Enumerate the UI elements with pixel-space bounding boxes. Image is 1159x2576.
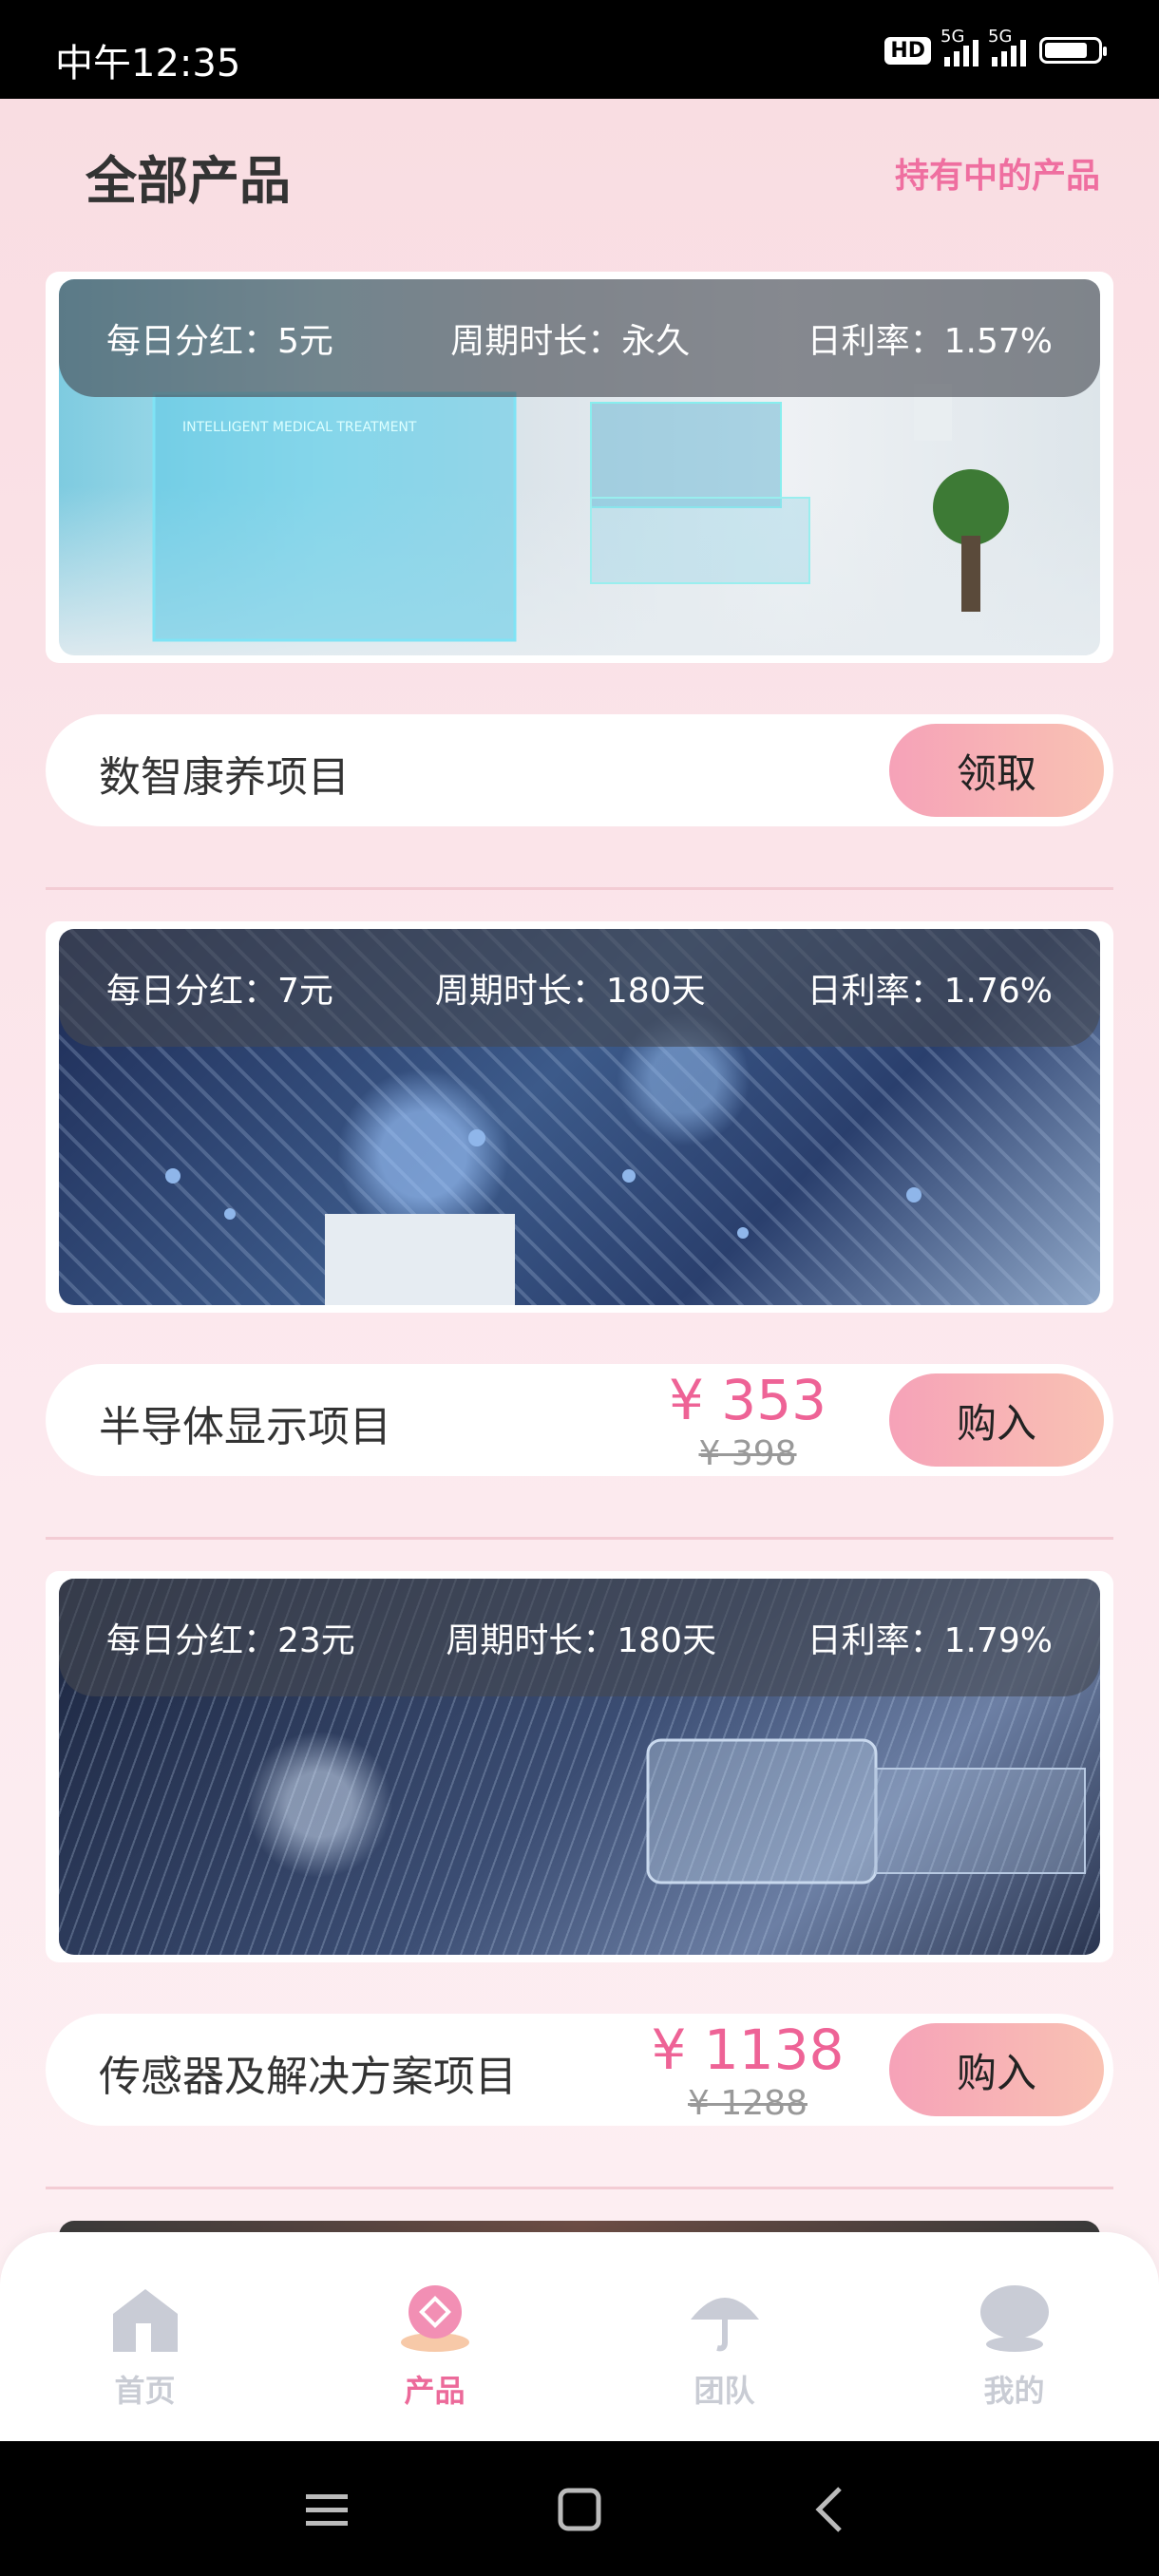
product-name: 数智康养项目	[99, 753, 350, 802]
tab-label: 团队	[694, 2373, 755, 2409]
tab-label: 首页	[114, 2373, 176, 2409]
hd-icon: HD	[884, 36, 931, 65]
fiber-cable-image: 每日分红：23元 周期时长：180天 日利率：1.79%	[59, 1579, 1100, 1955]
signal-icon: 5G	[940, 27, 978, 66]
product-icon	[395, 2282, 475, 2354]
product-name-row: 传感器及解决方案项目 ¥ 1138 ¥ 1288 购入	[46, 2014, 1113, 2126]
bottom-tab-bar: 首页 产品 团队 我的	[0, 2232, 1159, 2441]
original-price: ¥ 398	[698, 1434, 797, 1473]
tab-profile[interactable]: 我的	[869, 2232, 1159, 2441]
daily-rate: 日利率：1.79%	[807, 1621, 1053, 1660]
system-nav-bar	[0, 2441, 1159, 2576]
product-info-bar: 每日分红：5元 周期时长：永久 日利率：1.57%	[59, 279, 1100, 397]
divider	[46, 887, 1113, 890]
signal-icon-2: 5G	[988, 27, 1026, 66]
banner-caption: INTELLIGENT MEDICAL TREATMENT	[182, 420, 417, 435]
hospital-image: INTELLIGENT MEDICAL TREATMENT 每日分红：5元 周期…	[59, 279, 1100, 655]
tab-products[interactable]: 产品	[290, 2232, 580, 2441]
product-page: 全部产品 持有中的产品 INTELLIGENT MEDICAL TREATMEN…	[0, 99, 1159, 2441]
product-banner[interactable]: INTELLIGENT MEDICAL TREATMENT 每日分红：5元 周期…	[46, 272, 1113, 663]
product-banner[interactable]: 每日分红：23元 周期时长：180天 日利率：1.79%	[46, 1571, 1113, 1962]
product-name-row: 数智康养项目 领取	[46, 714, 1113, 826]
period-duration: 周期时长：永久	[450, 322, 691, 361]
status-time: 中午12:35	[55, 42, 241, 85]
profile-icon	[975, 2282, 1054, 2354]
page-title: 全部产品	[86, 151, 291, 211]
status-icons: HD 5G 5G	[884, 27, 1107, 66]
tab-label: 产品	[404, 2373, 466, 2409]
daily-dividend: 每日分红：5元	[106, 322, 333, 361]
holding-products-link[interactable]: 持有中的产品	[895, 148, 1100, 198]
team-icon	[685, 2282, 765, 2354]
divider	[46, 2187, 1113, 2189]
daily-rate: 日利率：1.76%	[807, 972, 1053, 1011]
back-icon[interactable]	[804, 2481, 861, 2538]
product-info-bar: 每日分红：23元 周期时长：180天 日利率：1.79%	[59, 1579, 1100, 1696]
header: 全部产品 持有中的产品	[0, 99, 1159, 251]
circuit-board-image: 每日分红：7元 周期时长：180天 日利率：1.76%	[59, 929, 1100, 1305]
tab-home[interactable]: 首页	[0, 2232, 290, 2441]
daily-dividend: 每日分红：23元	[106, 1621, 355, 1660]
daily-rate: 日利率：1.57%	[807, 322, 1053, 361]
period-duration: 周期时长：180天	[446, 1621, 717, 1660]
original-price: ¥ 1288	[688, 2084, 808, 2123]
status-bar: 中午12:35 HD 5G 5G	[0, 0, 1159, 99]
product-banner[interactable]: 每日分红：7元 周期时长：180天 日利率：1.76%	[46, 921, 1113, 1313]
battery-icon	[1039, 37, 1107, 64]
buy-button[interactable]: 购入	[889, 1373, 1104, 1467]
tab-team[interactable]: 团队	[580, 2232, 869, 2441]
menu-icon[interactable]	[298, 2481, 355, 2538]
claim-button[interactable]: 领取	[889, 724, 1104, 817]
product-name: 传感器及解决方案项目	[99, 2053, 517, 2101]
product-name: 半导体显示项目	[99, 1403, 391, 1451]
current-price: ¥ 1138	[651, 2017, 845, 2082]
period-duration: 周期时长：180天	[434, 972, 706, 1011]
home-icon	[105, 2282, 185, 2354]
product-name-row: 半导体显示项目 ¥ 353 ¥ 398 购入	[46, 1364, 1113, 1476]
daily-dividend: 每日分红：7元	[106, 972, 333, 1011]
product-info-bar: 每日分红：7元 周期时长：180天 日利率：1.76%	[59, 929, 1100, 1047]
home-button-icon[interactable]	[551, 2481, 608, 2538]
divider	[46, 1537, 1113, 1540]
current-price: ¥ 353	[668, 1368, 827, 1432]
buy-button[interactable]: 购入	[889, 2023, 1104, 2116]
tab-label: 我的	[983, 2373, 1045, 2409]
